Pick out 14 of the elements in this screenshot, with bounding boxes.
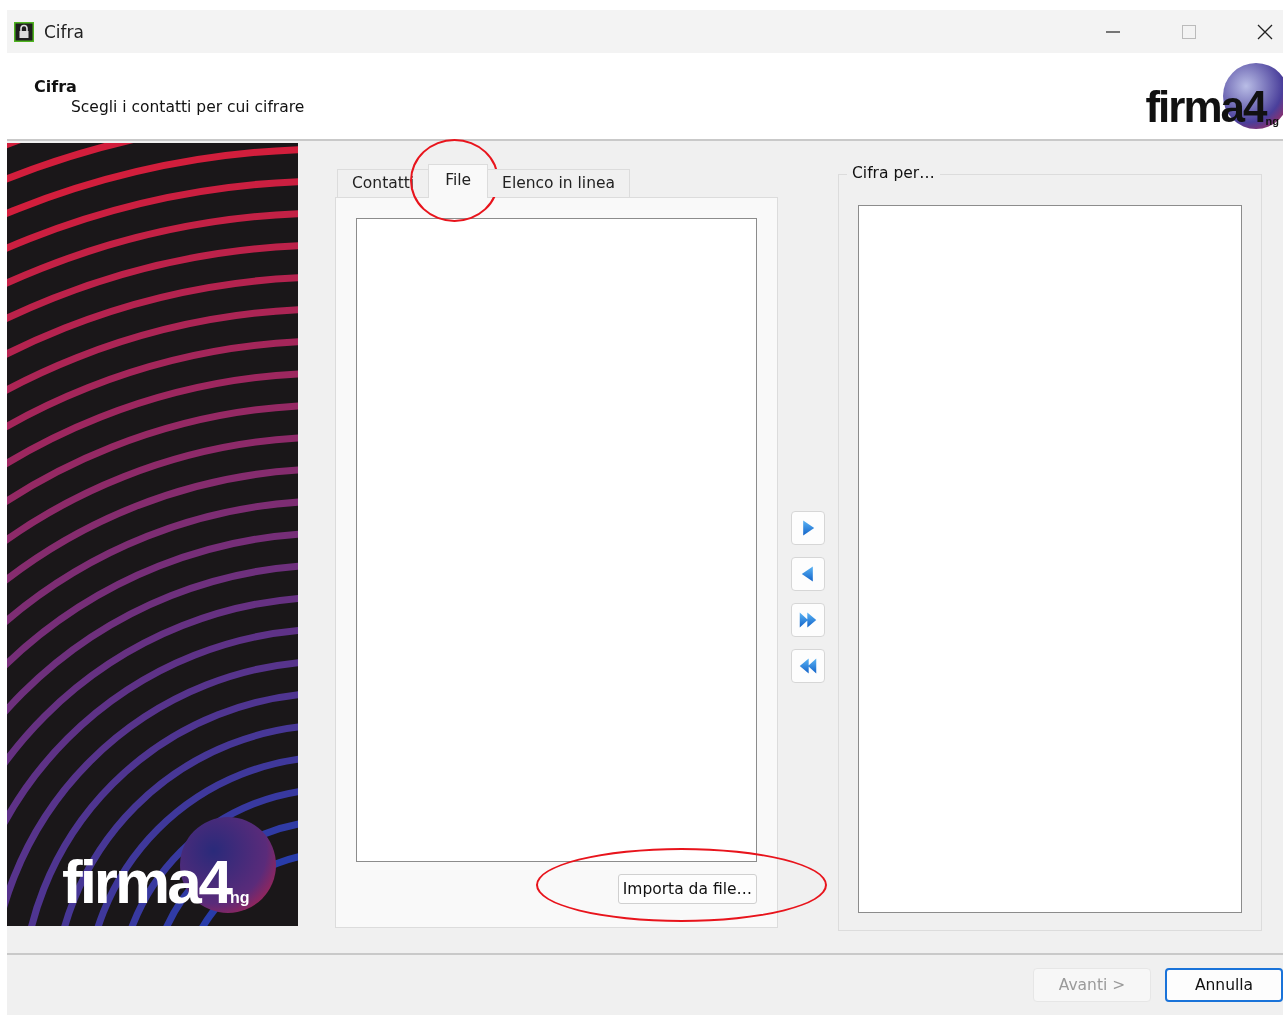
page-subtitle: Scegli i contatti per cui cifrare <box>70 97 305 116</box>
left-arrow-button[interactable] <box>791 557 825 591</box>
import-button[interactable]: Importa da file… <box>617 874 757 904</box>
close-icon[interactable] <box>1257 23 1273 40</box>
right-arrow-button[interactable] <box>791 511 825 545</box>
cancel-button[interactable]: Annulla <box>1165 968 1283 1002</box>
tab[interactable]: File <box>428 164 489 198</box>
padlock-icon <box>14 21 34 42</box>
tab[interactable]: Elenco in linea <box>487 169 631 197</box>
group-title: Cifra per… <box>847 164 940 182</box>
window-title: Cifra <box>44 21 84 42</box>
double-left-arrow-button[interactable] <box>791 649 825 683</box>
page-title: Cifra <box>34 76 78 96</box>
double-right-arrow-button[interactable] <box>791 603 825 637</box>
